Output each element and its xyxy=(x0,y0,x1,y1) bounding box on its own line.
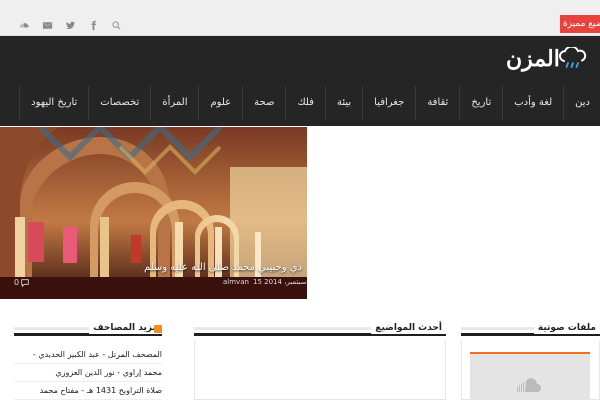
nav-item-language[interactable]: لغة وأدب xyxy=(502,86,563,120)
soundcloud-icon xyxy=(517,378,541,392)
mushaf-list: المصحف المرتل - عبد الكبير الحديدي - محم… xyxy=(14,346,162,400)
latest-posts-box xyxy=(194,341,446,400)
nav-item-culture[interactable]: ثقافة xyxy=(415,86,459,120)
facebook-icon[interactable] xyxy=(83,15,103,35)
slide-title[interactable]: دي وحبيبي محمد صلى الله عليه وسلم xyxy=(144,262,302,273)
slide-date: 15 سبتمبر، 2014 xyxy=(253,278,307,286)
cloud-rain-icon xyxy=(558,47,586,68)
widget-mushaf-title[interactable]: مزيد المصاحف xyxy=(89,322,162,334)
comment-count: 0 xyxy=(14,278,20,287)
search-icon[interactable] xyxy=(106,15,126,35)
comment-icon xyxy=(21,278,29,287)
main-nav: دين لغة وأدب تاريخ ثقافة جغرافيا بيئة فل… xyxy=(0,86,600,120)
widget-audio-title: ملفات صوتية xyxy=(533,322,600,334)
nav-item-astronomy[interactable]: فلك xyxy=(285,86,325,120)
soundcloud-player[interactable] xyxy=(470,352,590,400)
email-icon[interactable] xyxy=(37,15,57,35)
nav-item-women[interactable]: المرأة xyxy=(150,86,198,120)
twitter-icon[interactable] xyxy=(60,15,80,35)
logo-text: المزن xyxy=(506,46,561,72)
page-root: مواضيع مميزة المزن دين لغة وأدب تاريخ ثق… xyxy=(0,0,600,400)
slide-comments[interactable]: 0 xyxy=(14,278,29,287)
top-bar: مواضيع مميزة xyxy=(0,0,600,36)
rss-icon[interactable] xyxy=(154,325,162,333)
list-item[interactable]: المصحف المرتل - عبد الكبير الحديدي - xyxy=(14,346,162,364)
nav-item-specialties[interactable]: تخصصات xyxy=(88,86,150,120)
widget-latest-title: أحدث المواضيع xyxy=(371,322,446,334)
widget-audio-header: ملفات صوتية xyxy=(461,322,600,336)
nav-item-environment[interactable]: بيئة xyxy=(324,86,362,120)
mosque-interior-image xyxy=(0,127,307,299)
widget-mushaf-header: مزيد المصاحف xyxy=(14,322,162,336)
soundcloud-icon[interactable] xyxy=(14,15,34,35)
list-item[interactable]: صلاة التراويح 1431 هـ - مفتاح محمد xyxy=(14,382,162,400)
nav-item-geography[interactable]: جغرافيا xyxy=(362,86,415,120)
widget-latest-header: أحدث المواضيع xyxy=(194,322,446,336)
nav-item-din[interactable]: دين xyxy=(563,86,600,120)
featured-posts-tab[interactable]: مواضيع مميزة xyxy=(560,15,600,33)
featured-slider[interactable]: دي وحبيبي محمد صلى الله عليه وسلم 15 سبت… xyxy=(0,127,307,299)
nav-item-science[interactable]: علوم xyxy=(198,86,242,120)
nav-item-jewish-history[interactable]: تاريخ اليهود xyxy=(19,86,88,120)
nav-item-history[interactable]: تاريخ xyxy=(459,86,502,120)
list-item[interactable]: محمد إراوي - نور الدين العزوزي xyxy=(14,364,162,382)
nav-item-health[interactable]: صحة xyxy=(242,86,285,120)
social-icons xyxy=(14,15,129,35)
slide-author[interactable]: almvan xyxy=(223,278,249,286)
site-logo[interactable]: المزن xyxy=(506,44,596,74)
